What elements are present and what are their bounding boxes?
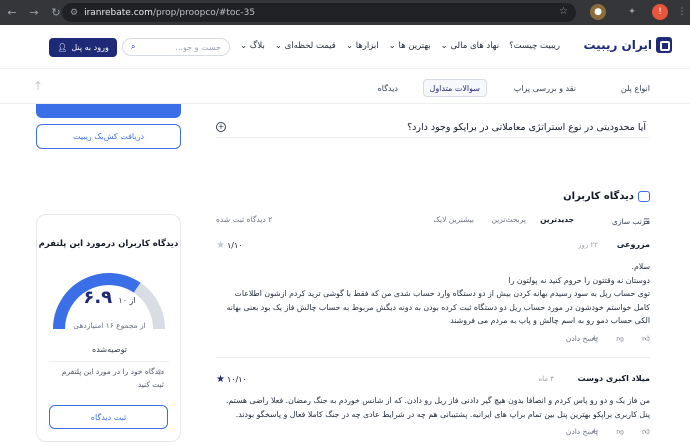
submit-comment-button[interactable]: ثبت دیدگاه <box>49 405 168 429</box>
rating-note: دیدگاه خود را در مورد این پلتفرم ثبت کنی… <box>59 365 164 391</box>
dislike-count: ۰ <box>619 333 624 343</box>
logo-mark-icon <box>656 37 672 53</box>
user-rating-card: دیدگاه کاربران درمورد این پلتفرم ۶.۹ از … <box>36 214 181 442</box>
logo-text: ایران ریبیت <box>583 38 652 52</box>
comment-icon: ✎ <box>157 368 164 377</box>
comments-title-text: دیدگاه کاربران <box>563 191 634 202</box>
site-header: ایران ریبیت ریبیت چیست؟ نهاد های مالی ⌄ … <box>0 25 690 69</box>
comment-score: ★ ۱۰/۱۰ <box>216 374 247 385</box>
filter-most-liked[interactable]: بیشترین لایک <box>433 215 474 224</box>
expand-plus-icon[interactable]: + <box>216 122 226 132</box>
login-button[interactable]: ورود به پنل 👤︎ <box>49 38 117 57</box>
tab-plans[interactable]: انواع پلن <box>615 79 656 97</box>
tab-comments[interactable]: دیدگاه <box>372 79 404 97</box>
filter-newest[interactable]: جدیدترین <box>540 215 574 224</box>
menu-item-best[interactable]: بهترین ها ⌄ <box>389 41 431 51</box>
reply-label: پاسخ دادن <box>565 427 598 436</box>
profile-avatar[interactable]: ! <box>652 4 668 20</box>
comment-score: ★ ۱/۱۰ <box>216 240 243 251</box>
tab-faq[interactable]: سوالات متداول <box>422 79 487 97</box>
extension-icon[interactable]: ● <box>590 4 606 20</box>
comments-title: دیدگاه کاربران <box>563 191 650 202</box>
url-host: iranrebate.com <box>84 7 153 18</box>
comment-actions: 👍︎ ۰ 👎︎ ۰ ↩ پاسخ دادن <box>216 427 650 441</box>
site-info-icon[interactable]: ⚙ <box>70 8 78 18</box>
like-count: ۰ <box>645 427 650 436</box>
bookmark-star-icon[interactable]: ☆ <box>559 6 568 17</box>
search-placeholder: جست و جو... <box>175 42 221 52</box>
comment-score-value: ۱/۱۰ <box>226 241 243 250</box>
comment-item: میلاد اکبری دوست ۴ ماه ★ ۱۰/۱۰ من فاز یک… <box>216 374 650 441</box>
menu-item-what-is-rebate[interactable]: ریبیت چیست؟ <box>509 41 560 51</box>
rating-card-title: دیدگاه کاربران درمورد این پلتفرم <box>38 239 179 249</box>
tab-label: دیدگاه <box>377 83 398 93</box>
sidebar-primary-button-bottom[interactable] <box>36 104 181 118</box>
rating-score: ۶.۹ از ۱۰ <box>37 287 182 308</box>
comment-date: ۲۲ روز <box>578 241 598 249</box>
site-logo[interactable]: ایران ریبیت <box>583 37 672 53</box>
comment-author: میلاد اکبری دوست <box>577 374 650 383</box>
comment-separator <box>216 357 650 358</box>
main-menu: ریبیت چیست؟ نهاد های مالی ⌄ بهترین ها ⌄ … <box>240 41 560 51</box>
star-icon: ★ <box>216 240 225 251</box>
tab-review[interactable]: نقد و بررسی پراپ <box>508 79 582 97</box>
user-icon: 👤︎ <box>57 43 68 52</box>
comment-body: من فاز یک و دو رو پاس کردم و انصافا بدون… <box>225 396 650 419</box>
extensions-puzzle-icon[interactable]: ✦ <box>624 4 640 20</box>
tab-label: انواع پلن <box>620 83 650 93</box>
comment-date: ۴ ماه <box>538 375 554 383</box>
dislike-count: ۰ <box>619 427 624 436</box>
login-label: ورود به پنل <box>71 43 109 52</box>
menu-item-blog[interactable]: بلاگ ⌄ <box>240 41 265 51</box>
comment-author: مزروعی <box>616 240 650 249</box>
search-icon[interactable]: ⌕ <box>131 42 135 52</box>
submit-comment-label: ثبت دیدگاه <box>90 412 127 422</box>
scroll-top-arrow-icon[interactable]: ↑ <box>33 79 43 93</box>
reply-label: پاسخ دادن <box>565 333 598 343</box>
cashback-label: دریافت کش‌بک ریبیت <box>72 132 145 141</box>
recommended-badge: توصیه‌شده <box>92 345 127 354</box>
filter-most-discussed[interactable]: پربحث‌ترین <box>491 215 526 224</box>
address-bar[interactable]: ⚙ iranrebate.com/prop/proopco/#toc-35 ☆ <box>62 3 576 22</box>
comment-body: سلام. دوستان نه وقتتون را حروم کنید نه پ… <box>226 262 650 325</box>
menu-item-live-price[interactable]: قیمت لحظه‌ای ⌄ <box>275 41 336 51</box>
comment-score-value: ۱۰/۱۰ <box>226 375 247 384</box>
faq-question: آیا محدودیتی در نوع استراتژی معاملاتی در… <box>407 122 646 133</box>
tab-label: نقد و بررسی پراپ <box>513 83 576 93</box>
rating-note-text: دیدگاه خود را در مورد این پلتفرم ثبت کنی… <box>61 367 164 389</box>
rating-score-value: ۶.۹ <box>83 287 113 308</box>
comment-count: ۲ دیدگاه ثبت شده <box>216 215 273 224</box>
menu-item-tools[interactable]: ابزارها ⌄ <box>346 41 379 51</box>
get-cashback-button[interactable]: دریافت کش‌بک ریبیت <box>36 124 181 149</box>
star-icon: ★ <box>216 374 225 385</box>
section-tabs: انواع پلن نقد و بررسی پراپ سوالات متداول… <box>0 70 690 104</box>
sort-label-text: مرتب سازی <box>611 217 650 226</box>
tab-label: سوالات متداول <box>429 83 481 93</box>
url-path: /prop/proopco/#toc-35 <box>152 7 256 18</box>
like-count: ۰ <box>645 333 650 343</box>
comments-filter-bar: ☰ مرتب سازی جدیدترین پربحث‌ترین بیشترین … <box>216 213 650 229</box>
menu-item-financial-institutions[interactable]: نهاد های مالی ⌄ <box>441 41 499 51</box>
faq-item[interactable]: آیا محدودیتی در نوع استراتژی معاملاتی در… <box>216 118 650 138</box>
search-input[interactable]: جست و جو... ⌕ <box>122 38 230 56</box>
rating-score-max: از ۱۰ <box>118 296 136 305</box>
forward-icon[interactable]: → <box>24 3 44 23</box>
rating-divider <box>49 361 169 362</box>
back-icon[interactable]: ← <box>2 3 22 23</box>
comment-item: مزروعی ۲۲ روز ★ ۱/۱۰ سلام. دوستان نه وقت… <box>216 240 650 348</box>
browser-menu-icon[interactable]: ⋮ <box>674 4 690 20</box>
chat-bubble-icon <box>638 191 650 202</box>
rating-total: از مجموع ۱۶ امتیازدهی <box>73 321 146 330</box>
browser-toolbar: ← → ↻ ⚙ iranrebate.com/prop/proopco/#toc… <box>0 0 690 25</box>
comment-actions: 👍︎ ۰ 👎︎ ۰ ↩ پاسخ دادن <box>216 334 650 348</box>
